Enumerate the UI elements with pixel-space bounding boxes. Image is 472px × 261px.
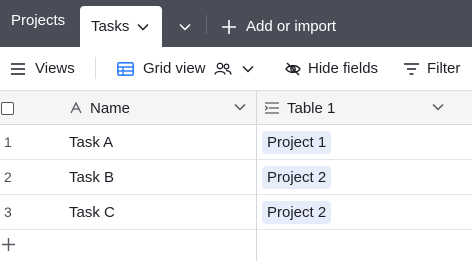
tab-divider	[206, 15, 207, 34]
column-table1-label: Table 1	[287, 99, 336, 117]
views-button[interactable]: Views	[11, 47, 75, 90]
plus-icon	[2, 238, 15, 251]
hide-fields-button[interactable]: Hide fields	[285, 47, 378, 90]
collaborators-icon	[213, 62, 232, 75]
tab-tasks[interactable]: Tasks	[80, 6, 162, 47]
linked-record-pill[interactable]: Project 2	[262, 201, 332, 224]
all-tables-menu-button[interactable]	[170, 6, 200, 47]
view-bar: Views Grid view Hide fields Filter	[0, 47, 472, 91]
table-row[interactable]: 1 Task A Project 1	[0, 125, 472, 160]
tab-tasks-label: Tasks	[91, 18, 130, 35]
column-divider	[256, 91, 257, 261]
hamburger-icon	[11, 62, 25, 75]
grid-view-button[interactable]: Grid view	[117, 47, 254, 90]
chevron-down-icon[interactable]	[432, 103, 444, 111]
table-tab-bar: Projects Tasks Add or import	[0, 0, 472, 47]
row-number: 2	[4, 169, 12, 185]
row-number: 3	[4, 204, 12, 220]
cell-name[interactable]: Task A	[69, 125, 113, 159]
text-field-icon	[70, 102, 82, 114]
filter-icon	[404, 62, 419, 75]
select-all-checkbox[interactable]	[1, 102, 14, 115]
table-row[interactable]: 2 Task B Project 2	[0, 160, 472, 195]
grid-header: Name Table 1	[0, 91, 472, 125]
tab-projects[interactable]: Projects	[0, 0, 76, 41]
tab-projects-label: Projects	[11, 12, 66, 29]
records-grid: Name Table 1 1 Task A Project 1 2 Task B…	[0, 91, 472, 261]
chevron-down-icon[interactable]	[137, 23, 149, 31]
hide-fields-label: Hide fields	[308, 60, 379, 77]
filter-label: Filter	[427, 60, 461, 77]
cell-name[interactable]: Task B	[69, 160, 114, 194]
chevron-down-icon	[241, 65, 254, 73]
linked-record-icon	[265, 102, 279, 114]
grid-view-label: Grid view	[143, 60, 206, 77]
add-or-import-label: Add or import	[246, 18, 337, 35]
filter-button[interactable]: Filter	[404, 47, 460, 90]
table-row[interactable]: 3 Task C Project 2	[0, 195, 472, 230]
linked-record-pill[interactable]: Project 2	[262, 166, 332, 189]
column-header-table1[interactable]: Table 1	[265, 91, 335, 125]
grid-view-icon	[117, 61, 134, 76]
eye-slash-icon	[285, 62, 301, 75]
row-number: 1	[4, 134, 12, 150]
chevron-down-icon[interactable]	[234, 103, 246, 111]
views-label: Views	[35, 60, 75, 77]
plus-icon	[222, 19, 236, 34]
cell-name[interactable]: Task C	[69, 195, 115, 229]
column-name-label: Name	[90, 99, 131, 117]
linked-record-pill[interactable]: Project 1	[262, 131, 332, 154]
column-header-name[interactable]: Name	[70, 91, 130, 125]
add-or-import-button[interactable]: Add or import	[222, 6, 336, 47]
add-record-button[interactable]	[0, 230, 256, 261]
view-bar-divider	[95, 57, 96, 79]
chevron-down-icon	[179, 23, 191, 31]
